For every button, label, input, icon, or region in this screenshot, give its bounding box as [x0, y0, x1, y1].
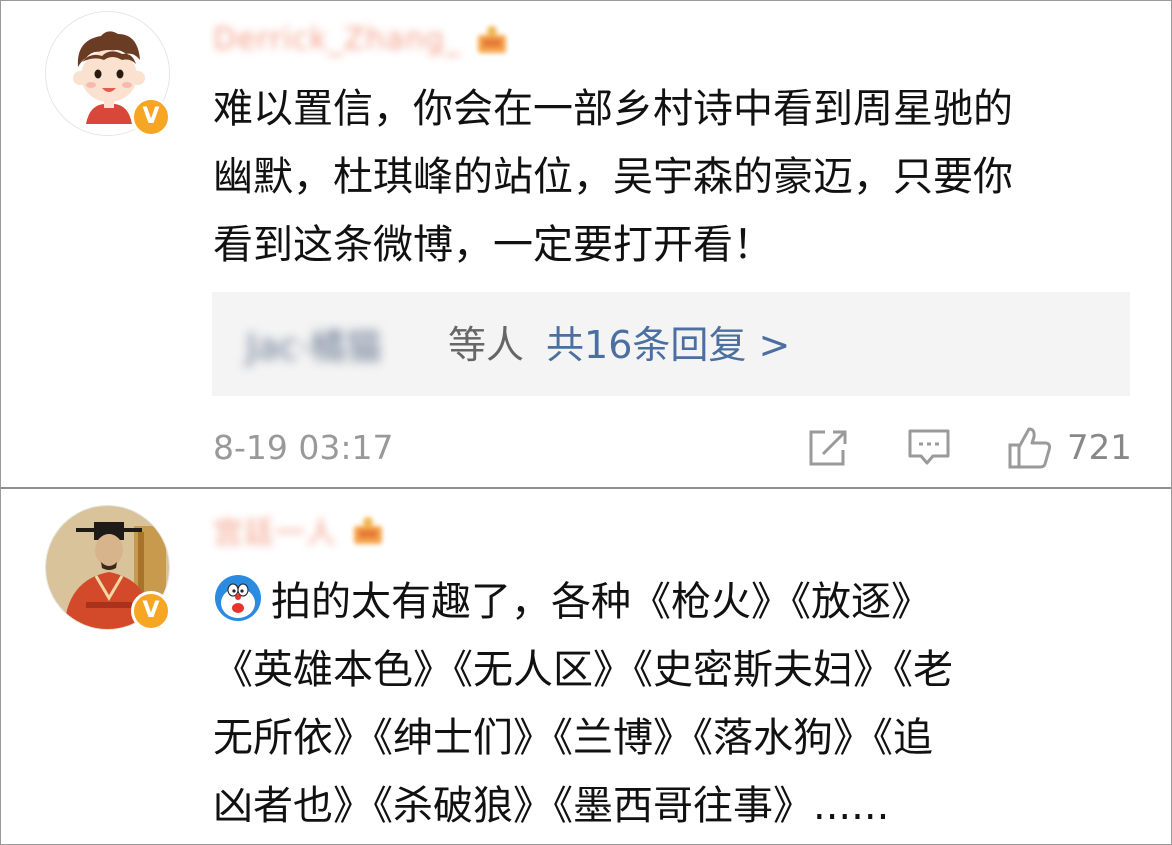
comment-text-line: 凶者也》《杀破狼》《墨西哥往事》...... [213, 783, 890, 829]
username-row[interactable]: 宫廷一人 [213, 508, 385, 552]
verified-badge-icon: V [131, 591, 171, 631]
view-replies-link[interactable]: 共16条回复 > [546, 323, 790, 367]
comment-text: 拍的太有趣了，各种《枪火》《放逐》 《英雄本色》《无人区》《史密斯夫妇》《老 无… [213, 568, 953, 840]
crown-icon [477, 26, 506, 53]
comment-text-line-content: 拍的太有趣了，各种《枪火》《放逐》 [271, 579, 931, 625]
reply-suffix-label: 等人 [448, 323, 525, 367]
crown-icon [354, 517, 382, 544]
like-button[interactable]: 721 [1007, 424, 1132, 472]
comment-text-line: 看到这条微博，一定要打开看！ [213, 222, 773, 268]
verified-badge-icon: V [131, 97, 171, 137]
comment-text-line: 拍的太有趣了，各种《枪火》《放逐》 [213, 568, 953, 636]
username-row[interactable]: Derrick_Zhang_ [213, 19, 509, 59]
username[interactable]: Derrick_Zhang_ [213, 22, 461, 57]
doraemon-icon [215, 575, 261, 621]
comment-icon [908, 429, 950, 465]
comment-item: V Derrick_Zhang_ 难以置信，你会在一部乡村诗中看到周星驰的 幽默… [1, 1, 1171, 487]
user-avatar[interactable]: V [45, 505, 171, 631]
reply-button[interactable] [907, 424, 951, 472]
reply-usernames: Jac·橘猫 [246, 327, 382, 368]
like-count: 721 [1067, 428, 1132, 468]
comment-text-line: 无所依》《绅士们》《兰博》《落水狗》《追 [213, 715, 933, 761]
share-icon [809, 430, 847, 466]
comment-item: V 宫廷一人 拍的太有趣了，各种《枪火》《放逐》 《英雄本色》《无人区》《史密斯… [1, 488, 1171, 844]
comment-text: 难以置信，你会在一部乡村诗中看到周星驰的 幽默，杜琪峰的站位，吴宇森的豪迈，只要… [213, 75, 1143, 279]
reply-summary[interactable]: Jac·橘猫 等人 共16条回复 > [212, 292, 1130, 396]
user-avatar[interactable]: V [45, 11, 171, 137]
reply-suffix: 等人 共16条回复 > [448, 314, 790, 369]
comment-text-line: 难以置信，你会在一部乡村诗中看到周星驰的 [213, 86, 1013, 132]
comment-list: V Derrick_Zhang_ 难以置信，你会在一部乡村诗中看到周星驰的 幽默… [0, 0, 1172, 845]
comment-text-line: 幽默，杜琪峰的站位，吴宇森的豪迈，只要你 [213, 154, 1013, 200]
comment-meta: 8-19 03:17 721 [213, 424, 1132, 472]
thumbs-up-icon [1008, 427, 1052, 469]
timestamp: 8-19 03:17 [213, 428, 394, 467]
share-button[interactable] [807, 424, 851, 472]
username[interactable]: 宫廷一人 [213, 508, 337, 552]
comment-text-line: 《英雄本色》《无人区》《史密斯夫妇》《老 [213, 647, 953, 693]
